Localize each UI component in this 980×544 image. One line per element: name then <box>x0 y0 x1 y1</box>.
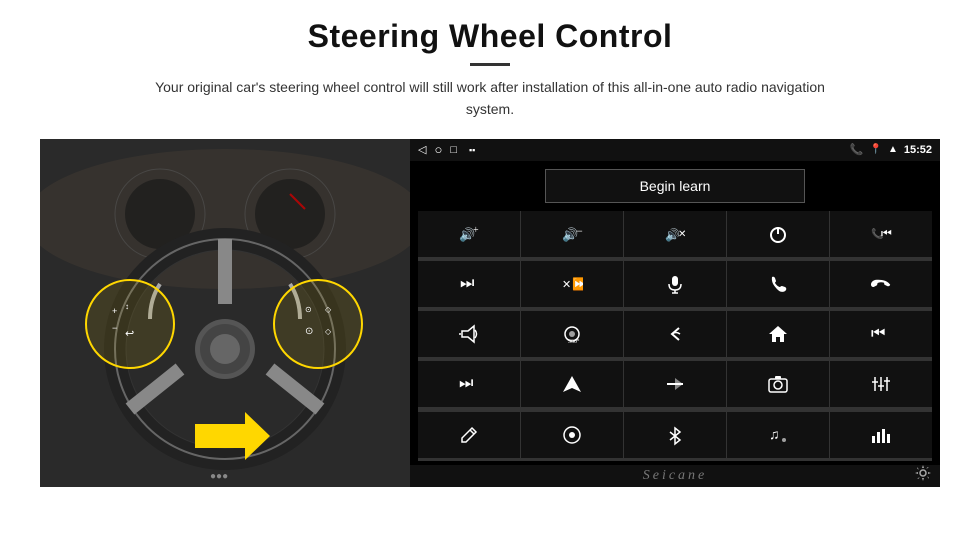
nav-back-icon[interactable]: ◁ <box>418 143 426 156</box>
svg-text:●●●: ●●● <box>210 471 228 482</box>
status-right: 📞 📍 ▲ 15:52 <box>850 143 932 156</box>
page-container: Steering Wheel Control Your original car… <box>0 0 980 544</box>
android-ui: ◁ ○ □ ▪▪ 📞 📍 ▲ 15:52 Begin learn <box>410 139 940 487</box>
phone-call-button[interactable] <box>727 261 829 307</box>
svg-text:⊙: ⊙ <box>305 305 312 314</box>
begin-learn-button[interactable]: Begin learn <box>545 169 805 203</box>
svg-text:−: − <box>112 323 117 333</box>
swap-button[interactable] <box>624 361 726 407</box>
home-button[interactable] <box>727 311 829 357</box>
eq-button[interactable] <box>830 361 932 407</box>
wifi-icon: ▲ <box>888 144 898 155</box>
vol-down-button[interactable]: 🔊− <box>521 211 623 257</box>
skip-fwd-button[interactable]: ⏭ <box>418 361 520 407</box>
prev-track-phone-button[interactable]: 📞 ⏮ <box>830 211 932 257</box>
mic-button[interactable] <box>624 261 726 307</box>
back-button[interactable] <box>624 311 726 357</box>
360-view-button[interactable]: 360° <box>521 311 623 357</box>
location-icon: 📍 <box>870 144 882 155</box>
horn-button[interactable] <box>418 311 520 357</box>
ff-button[interactable]: ✕ ⏩ <box>521 261 623 307</box>
next-track-button[interactable]: ⏭ <box>418 261 520 307</box>
content-row: + ↕ − ↩ ⊙ ◇ ⊙ ◇ ●●● <box>40 139 940 487</box>
svg-text:+: + <box>112 306 117 316</box>
svg-text:360°: 360° <box>568 338 580 345</box>
svg-text:⏮: ⏮ <box>881 226 892 240</box>
begin-learn-area: Begin learn <box>410 161 940 211</box>
svg-text:⏭: ⏭ <box>459 375 473 392</box>
svg-text:⊙: ⊙ <box>305 326 313 337</box>
signal-icons: ▪▪ <box>469 145 475 155</box>
circle-btn-button[interactable] <box>521 412 623 458</box>
car-image-area: + ↕ − ↩ ⊙ ◇ ⊙ ◇ ●●● <box>40 139 410 487</box>
svg-text:◇: ◇ <box>325 305 332 314</box>
nav-home-icon[interactable]: ○ <box>434 142 442 157</box>
camera-button[interactable] <box>727 361 829 407</box>
music-button[interactable]: ♫ <box>727 412 829 458</box>
svg-text:✕: ✕ <box>678 229 686 240</box>
title-divider <box>470 63 510 66</box>
spectrum-button[interactable] <box>830 412 932 458</box>
settings-icon[interactable] <box>914 464 932 487</box>
controls-grid: 🔊+ 🔊− 🔊✕ 📞 ⏮ <box>418 211 932 461</box>
svg-text:⏮: ⏮ <box>871 325 885 342</box>
svg-text:↕: ↕ <box>125 302 129 311</box>
power-button[interactable] <box>727 211 829 257</box>
phone-icon: 📞 <box>850 143 864 156</box>
title-section: Steering Wheel Control Your original car… <box>140 18 840 133</box>
navigate-button[interactable] <box>521 361 623 407</box>
steering-wheel-svg: + ↕ − ↩ ⊙ ◇ ⊙ ◇ ●●● <box>40 139 410 487</box>
svg-text:⏭: ⏭ <box>460 275 474 292</box>
page-subtitle: Your original car's steering wheel contr… <box>140 76 840 121</box>
svg-text:♫: ♫ <box>769 428 780 443</box>
page-title: Steering Wheel Control <box>140 18 840 55</box>
vol-up-button[interactable]: 🔊+ <box>418 211 520 257</box>
svg-text:+: + <box>473 225 479 236</box>
svg-text:◇: ◇ <box>325 327 332 336</box>
rewind-button[interactable]: ⏮ <box>830 311 932 357</box>
hang-up-button[interactable] <box>830 261 932 307</box>
bluetooth-button[interactable] <box>624 412 726 458</box>
svg-text:−: − <box>576 224 583 238</box>
mute-button[interactable]: 🔊✕ <box>624 211 726 257</box>
svg-text:⏩: ⏩ <box>572 277 583 291</box>
bottom-bar: Seicane <box>410 465 940 487</box>
edit-button[interactable] <box>418 412 520 458</box>
seicane-label: Seicane <box>643 468 708 484</box>
svg-text:✕: ✕ <box>562 279 571 291</box>
status-left: ◁ ○ □ ▪▪ <box>418 142 475 157</box>
status-bar: ◁ ○ □ ▪▪ 📞 📍 ▲ 15:52 <box>410 139 940 161</box>
nav-rect-icon[interactable]: □ <box>450 144 457 156</box>
svg-text:↩: ↩ <box>125 328 134 340</box>
time-display: 15:52 <box>904 144 932 156</box>
